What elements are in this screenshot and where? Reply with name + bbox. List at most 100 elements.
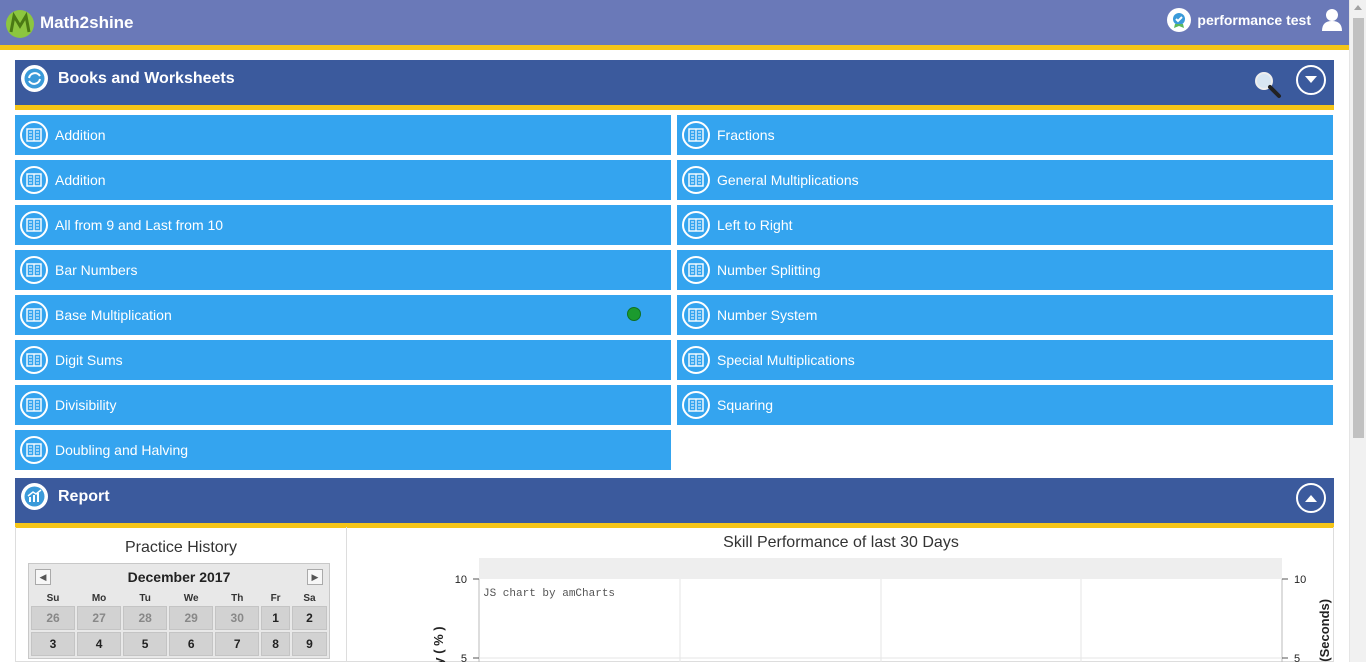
book-tile-label: Fractions	[717, 127, 775, 143]
y-axis-label: ...racy ( % )	[431, 626, 446, 662]
calendar-weekday: Tu	[139, 592, 151, 604]
books-section-header: Books and Worksheets	[15, 60, 1334, 110]
calendar-month: December 2017	[127, 569, 231, 585]
user-icon[interactable]	[1321, 8, 1343, 32]
calendar-weekday: Mo	[91, 592, 107, 604]
book-tile-label: Addition	[55, 172, 106, 188]
calendar-day[interactable]: 30	[215, 606, 260, 630]
calendar-day[interactable]: 1	[261, 606, 290, 630]
book-icon	[682, 391, 710, 419]
book-icon	[20, 256, 48, 284]
book-tile[interactable]: General Multiplications	[677, 160, 1333, 200]
amcharts-credit: JS chart by amCharts	[483, 588, 615, 600]
calendar-day[interactable]: 3	[31, 632, 76, 656]
book-tile[interactable]: Addition	[15, 160, 671, 200]
book-tile-label: Special Multiplications	[717, 352, 855, 368]
book-tile[interactable]: Special Multiplications	[677, 340, 1333, 380]
calendar-grid: Su Mo Tu We Th Fr Sa 26 27 28 29 30 1 2 3 4 5 6 7 8 9	[29, 590, 329, 658]
book-icon	[682, 121, 710, 149]
report-panel: Practice History ◀ December 2017 ▶ Su Mo T…	[15, 527, 1334, 662]
calendar-day[interactable]: 7	[215, 632, 260, 656]
book-tile[interactable]: Squaring	[677, 385, 1333, 425]
calendar-day[interactable]: 4	[77, 632, 122, 656]
book-tile[interactable]: Bar Numbers	[15, 250, 671, 290]
report-chart-icon	[21, 483, 48, 510]
user-name[interactable]: performance test	[1197, 12, 1311, 28]
chart-scrollbar-area	[479, 558, 1282, 579]
search-icon[interactable]	[1252, 69, 1282, 99]
calendar-day[interactable]: 6	[169, 632, 214, 656]
book-tile-label: Squaring	[717, 397, 774, 413]
book-icon	[20, 436, 48, 464]
practice-history-title: Practice History	[124, 539, 238, 556]
book-tile-label: Base Multiplication	[55, 307, 172, 323]
book-tile[interactable]: Number System	[677, 295, 1333, 335]
calendar-weekday: Fr	[270, 592, 281, 604]
book-icon	[20, 166, 48, 194]
book-icon	[20, 121, 48, 149]
book-tile[interactable]: Addition	[15, 115, 671, 155]
collapse-report-button[interactable]	[1296, 483, 1326, 513]
calendar-header: ◀ December 2017 ▶	[29, 564, 329, 590]
book-tile-label: Divisibility	[55, 397, 117, 413]
calendar-day[interactable]: 9	[291, 632, 327, 656]
user-menu[interactable]: performance test	[1167, 8, 1343, 32]
y2-tick-label: 10	[1294, 574, 1306, 586]
calendar-day[interactable]: 28	[123, 606, 168, 630]
award-badge-icon	[1167, 8, 1192, 32]
book-tile-label: General Multiplications	[717, 172, 859, 188]
practice-calendar: ◀ December 2017 ▶ Su Mo Tu We Th Fr Sa 26 27 28 2…	[28, 563, 330, 659]
book-tile-label: Number Splitting	[717, 262, 821, 278]
book-tile[interactable]: All from 9 and Last from 10	[15, 205, 671, 245]
calendar-weekday: We	[183, 592, 199, 604]
brand-name[interactable]: Math2shine	[40, 13, 134, 33]
calendar-day[interactable]: 26	[31, 606, 76, 630]
math2shine-logo[interactable]	[5, 8, 35, 40]
book-tile-label: Addition	[55, 127, 106, 143]
calendar-next-button[interactable]: ▶	[307, 569, 323, 585]
book-tile[interactable]: Digit Sums	[15, 340, 671, 380]
book-icon	[682, 346, 710, 374]
book-tile-label: Digit Sums	[55, 352, 123, 368]
book-icon	[20, 346, 48, 374]
book-tile[interactable]: Divisibility	[15, 385, 671, 425]
skill-chart-title: Skill Performance of last 30 Days	[723, 534, 959, 551]
book-icon	[682, 211, 710, 239]
book-tile[interactable]: Left to Right	[677, 205, 1333, 245]
y2-tick-label: 5	[1294, 653, 1300, 662]
book-icon	[20, 301, 48, 329]
report-section-title: Report	[58, 488, 110, 505]
book-tile-label: Number System	[717, 307, 818, 323]
book-icon	[682, 301, 710, 329]
calendar-weekday: Sa	[303, 592, 316, 604]
book-tile-label: Doubling and Halving	[55, 442, 189, 458]
book-tile[interactable]: Doubling and Halving	[15, 430, 671, 470]
books-section-title: Books and Worksheets	[58, 70, 235, 87]
book-tile[interactable]: Fractions	[677, 115, 1333, 155]
calendar-day[interactable]: 8	[261, 632, 290, 656]
top-bar: Math2shine performance test	[0, 0, 1349, 50]
calendar-weekday: Th	[231, 592, 244, 604]
scrollbar-thumb[interactable]	[1353, 18, 1364, 438]
calendar-day[interactable]: 27	[77, 606, 122, 630]
status-indicator-icon	[627, 307, 641, 321]
page-scrollbar[interactable]	[1349, 0, 1366, 662]
calendar-prev-button[interactable]: ◀	[35, 569, 51, 585]
book-icon	[20, 391, 48, 419]
skill-performance-chart: 10 5 10 5 JS chart by amCharts ...racy ( % ).…	[431, 558, 1332, 662]
calendar-day[interactable]: 5	[123, 632, 168, 656]
collapse-books-button[interactable]	[1296, 65, 1326, 95]
y2-axis-label: ...me (Seconds)	[1317, 599, 1332, 662]
y-tick-label: 10	[455, 574, 467, 586]
calendar-weekday: Su	[46, 592, 60, 604]
scroll-up-arrow-icon[interactable]	[1354, 5, 1362, 10]
calendar-day[interactable]: 2	[291, 606, 327, 630]
chevron-up-icon	[1305, 495, 1317, 502]
book-icon	[20, 211, 48, 239]
calendar-day[interactable]: 29	[169, 606, 214, 630]
book-tile-label: Left to Right	[717, 217, 793, 233]
report-section-header: Report	[15, 478, 1334, 528]
book-tile[interactable]: Number Splitting	[677, 250, 1333, 290]
book-tile[interactable]: Base Multiplication	[15, 295, 671, 335]
book-tile-label: Bar Numbers	[55, 262, 138, 278]
